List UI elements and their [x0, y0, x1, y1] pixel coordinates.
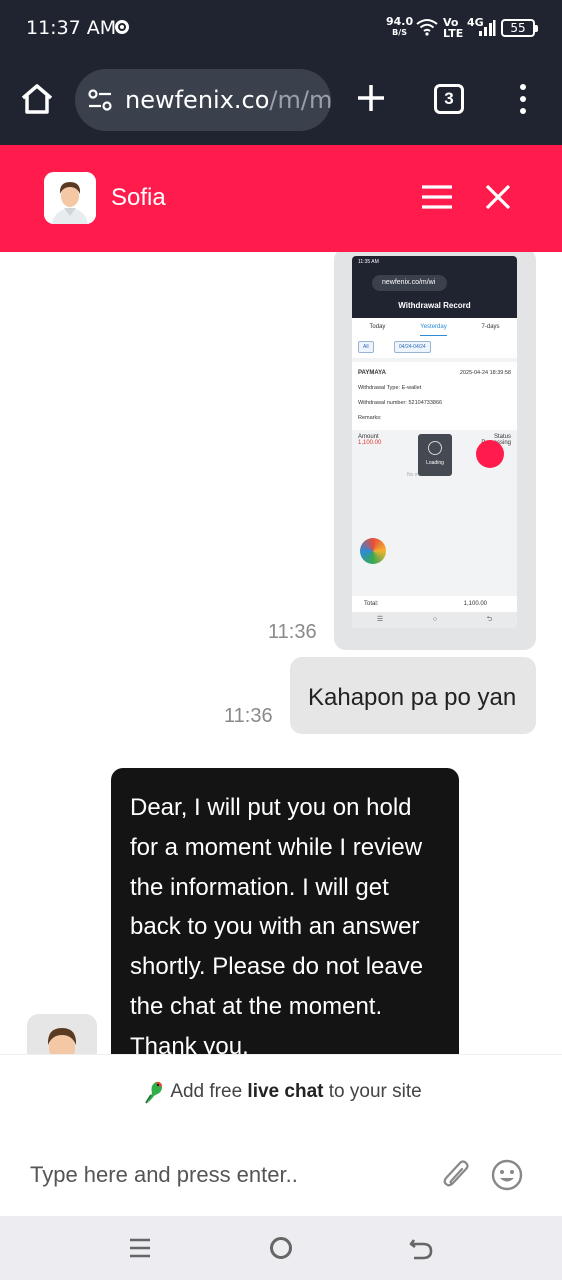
- shot-date-tabs: Today Yesterday 7-days: [352, 318, 517, 336]
- shot-browser-toolbar: newfenix.co/m/wi: [352, 270, 517, 296]
- shot-url: newfenix.co/m/wi: [372, 275, 447, 291]
- shot-provider: PAYMAYA: [358, 370, 386, 376]
- network-speed-unit: B/S: [392, 28, 407, 37]
- shot-datetime: 2025-04-24 18:39:58: [459, 370, 511, 376]
- branding-suffix: to your site: [323, 1081, 422, 1103]
- shot-remarks-label: Remarks:: [358, 415, 382, 421]
- battery-icon: 55: [501, 19, 538, 37]
- tab-switcher-icon[interactable]: 3: [434, 84, 464, 114]
- shot-nav-bar: ☰ ○ ⮌: [352, 612, 517, 628]
- message-timestamp: 11:36: [268, 621, 317, 643]
- network-speed: 94.0 B/S: [386, 16, 413, 38]
- shot-nav-back-icon: ⮌: [486, 616, 493, 623]
- shot-filter-all: All: [358, 341, 374, 353]
- shot-nav-menu-icon: ☰: [376, 616, 384, 623]
- back-icon[interactable]: [408, 1236, 434, 1260]
- url-host: newfenix.co: [125, 86, 270, 114]
- url-path: /m/mo: [269, 86, 331, 114]
- status-bar: 11:37 AM 94.0 B/S Vo LTE 4G 55: [0, 0, 562, 56]
- shot-record-card: PAYMAYA 2025-04-24 18:39:58 Withdrawal Ty…: [352, 362, 517, 430]
- shot-support-avatar: [476, 440, 504, 468]
- branding-prefix: Add free: [170, 1081, 248, 1103]
- menu-icon[interactable]: [518, 83, 528, 115]
- shot-game-icon: [360, 538, 386, 564]
- system-nav-bar: [0, 1216, 562, 1280]
- outgoing-message[interactable]: Kahapon pa po yan: [290, 657, 536, 734]
- incoming-message[interactable]: Dear, I will put you on hold for a momen…: [111, 768, 459, 1054]
- home-button-icon[interactable]: [270, 1237, 292, 1259]
- message-list[interactable]: 11:35 AM newfenix.co/m/wi Withdrawal Rec…: [0, 252, 562, 1054]
- chat-menu-icon[interactable]: [421, 184, 453, 210]
- screenshot-image: 11:35 AM newfenix.co/m/wi Withdrawal Rec…: [352, 256, 517, 628]
- chrome-notification-icon: [115, 20, 129, 34]
- agent-avatar-icon: [44, 172, 96, 224]
- close-icon[interactable]: [484, 183, 512, 211]
- shot-filters: All 04/24-04/24: [352, 336, 517, 358]
- url-text: newfenix.co/m/mo: [125, 86, 331, 114]
- agent-avatar-icon: [27, 1014, 97, 1054]
- attach-icon[interactable]: [441, 1156, 471, 1192]
- shot-loading: Loading: [418, 434, 452, 476]
- livechat-branding-link[interactable]: Add free live chat to your site: [0, 1079, 562, 1105]
- agent-name: Sofia: [111, 184, 166, 211]
- browser-toolbar: newfenix.co/m/mo 3: [0, 56, 562, 145]
- signal-icon: [479, 20, 496, 36]
- recent-apps-icon[interactable]: [129, 1237, 151, 1259]
- message-input[interactable]: [30, 1159, 410, 1191]
- message-timestamp: 11:36: [224, 705, 273, 727]
- shot-tab: 7-days: [481, 324, 500, 330]
- status-time: 11:37 AM: [26, 17, 117, 39]
- agent-message-avatar: [27, 1014, 97, 1054]
- volte-indicator: Vo LTE: [443, 16, 464, 40]
- screenshot-message[interactable]: 11:35 AM newfenix.co/m/wi Withdrawal Rec…: [334, 252, 536, 650]
- shot-number-label: Withdrawal number:: [358, 400, 407, 406]
- new-tab-icon[interactable]: [355, 82, 387, 114]
- shot-type-value: E-wallet: [401, 385, 422, 391]
- message-composer: Add free live chat to your site: [0, 1054, 562, 1216]
- site-settings-icon[interactable]: [87, 89, 113, 111]
- shot-status-bar: 11:35 AM: [352, 256, 517, 270]
- network-speed-value: 94.0: [386, 15, 414, 28]
- shot-number-value: 52104733866: [408, 400, 443, 406]
- shot-total: Total: 1,100.00: [352, 596, 517, 612]
- shot-total-value: 1,100.00: [463, 601, 487, 607]
- shot-total-label: Total:: [364, 601, 379, 607]
- address-bar[interactable]: newfenix.co/m/mo: [75, 69, 331, 131]
- shot-filter-date: 04/24-04/24: [394, 341, 431, 353]
- wifi-icon: [416, 19, 438, 36]
- shot-type-label: Withdrawal Type:: [358, 385, 401, 391]
- shot-tab: Today: [369, 324, 386, 330]
- parrot-logo-icon: [145, 1081, 163, 1104]
- branding-bold: live chat: [247, 1081, 324, 1103]
- emoji-icon[interactable]: [491, 1159, 523, 1191]
- home-icon[interactable]: [20, 82, 54, 116]
- shot-nav-home-icon: ○: [432, 616, 437, 623]
- shot-amount-value: 1,100.00: [358, 440, 382, 446]
- shot-tab-active: Yesterday: [420, 318, 447, 336]
- shot-page-title: Withdrawal Record: [352, 296, 517, 318]
- chat-header: Sofia: [0, 145, 562, 252]
- agent-avatar: [44, 172, 96, 224]
